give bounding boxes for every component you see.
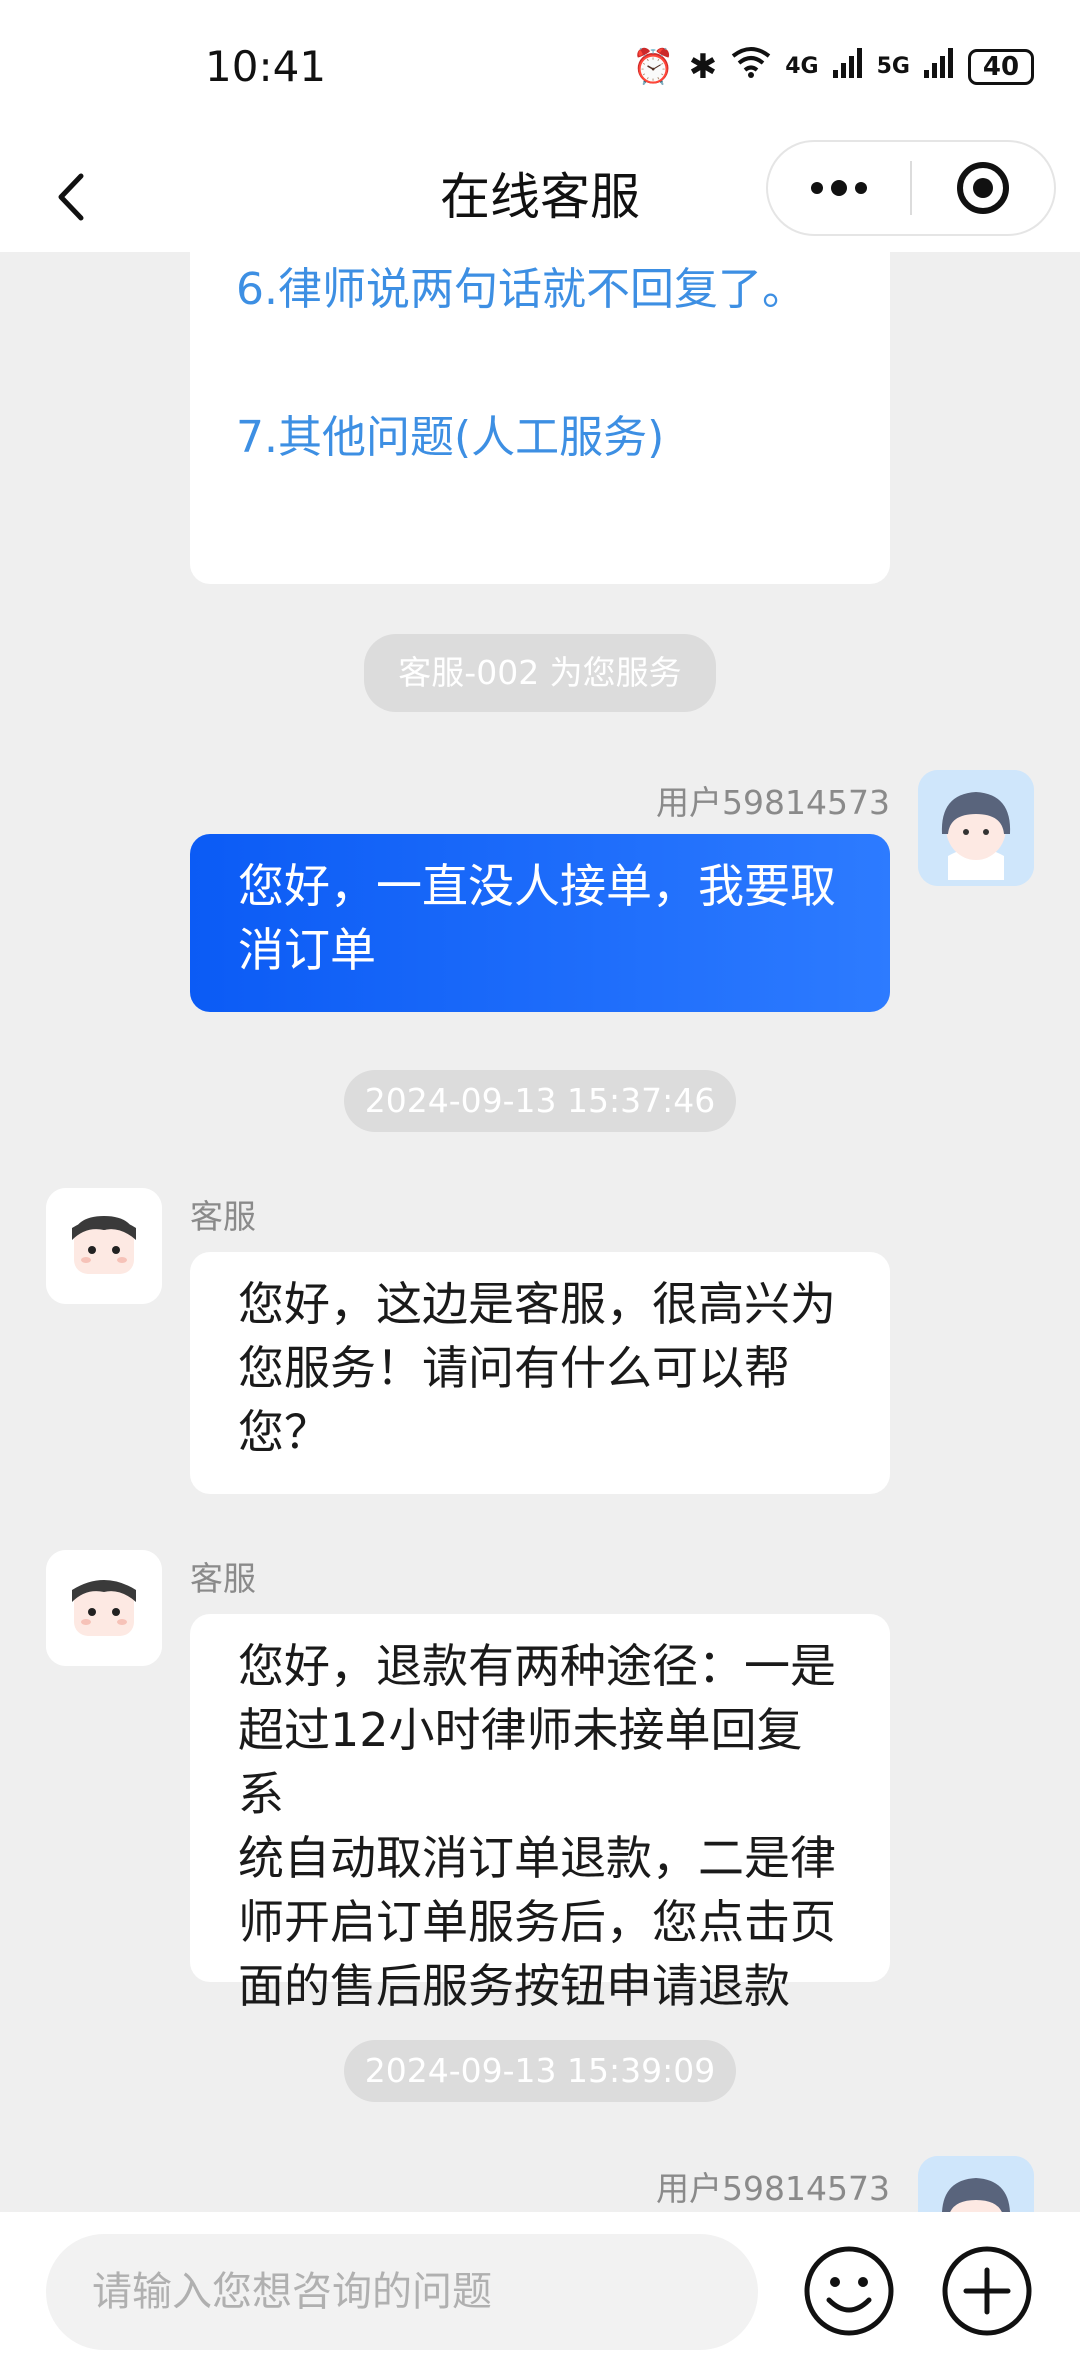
signal-5g-icon: 5G [876,54,910,79]
battery-icon: 40 [968,49,1034,85]
message-line: 统自动取消订单退款，二是律 [238,1831,836,1885]
chat-list[interactable]: 6.律师说两句话就不回复了。 7.其他问题(人工服务) 客服-002 为您服务 … [0,252,1080,2212]
timestamp-pill: 2024-09-13 15:37:46 [344,1070,736,1132]
bluetooth-icon: ✱ [688,47,718,87]
agent-avatar[interactable] [46,1550,162,1666]
agent-message-bubble[interactable]: 您好，退款有两种途径：一是 超过12小时律师未接单回复系 统自动取消订单退款，二… [190,1614,890,2013]
emoji-button[interactable] [802,2244,896,2338]
message-line: 您好，退款有两种途径：一是 [238,1639,836,1693]
smiley-icon [804,2246,894,2336]
faq-menu-card: 6.律师说两句话就不回复了。 7.其他问题(人工服务) [190,252,890,584]
message-line: 消订单 [238,923,376,977]
status-time: 10:41 [205,42,327,91]
faq-option-7[interactable]: 7.其他问题(人工服务) [236,408,664,468]
message-input[interactable] [46,2234,758,2350]
plus-icon [942,2246,1032,2336]
message-line: 您好，一直没人接单，我要取 [238,859,836,913]
wifi-icon [731,44,771,90]
sender-name: 用户59814573 [656,783,890,822]
sender-name: 客服 [190,1559,256,1598]
user-avatar[interactable] [918,770,1034,886]
back-button[interactable] [40,162,100,232]
mini-program-capsule [766,140,1056,236]
status-icons: ⏰ ✱ 4G 5G 40 [632,44,1034,90]
faq-option-6[interactable]: 6.律师说两句话就不回复了。 [236,260,806,320]
agent-avatar[interactable] [46,1188,162,1304]
signal-bars-icon [832,44,863,90]
sender-name: 客服 [190,1197,256,1236]
user-avatar[interactable] [918,2156,1034,2212]
signal-4g-icon: 4G [785,54,819,79]
target-close-icon [956,162,1009,214]
input-bar [0,2212,1080,2376]
close-button[interactable] [912,142,1054,234]
chevron-left-icon [58,173,84,221]
message-line: 面的售后服务按钮申请退款 [238,1959,790,2013]
message-line: 您好，这边是客服，很高兴为 [238,1277,836,1331]
message-line: 您？ [238,1405,330,1459]
agent-message-bubble[interactable]: 您好，这边是客服，很高兴为 您服务！请问有什么可以帮 您？ [190,1252,890,1494]
status-bar: 10:41 ⏰ ✱ 4G 5G 40 [0,0,1080,140]
nav-bar: 在线客服 [0,140,1080,252]
add-button[interactable] [940,2244,1034,2338]
signal-bars-icon [924,44,954,90]
timestamp-pill: 2024-09-13 15:39:09 [344,2040,736,2102]
agent-join-notice: 客服-002 为您服务 [364,634,716,712]
user-message-bubble[interactable]: 您好，一直没人接单，我要取 消订单 [190,834,890,1012]
sender-name: 用户59814573 [656,2169,890,2208]
more-button[interactable] [768,142,910,234]
message-line: 超过12小时律师未接单回复系 [238,1703,803,1821]
alarm-icon: ⏰ [632,47,675,87]
message-line: 师开启订单服务后，您点击页 [238,1895,836,1949]
message-line: 您服务！请问有什么可以帮 [238,1341,790,1395]
more-dots-icon [811,180,867,196]
